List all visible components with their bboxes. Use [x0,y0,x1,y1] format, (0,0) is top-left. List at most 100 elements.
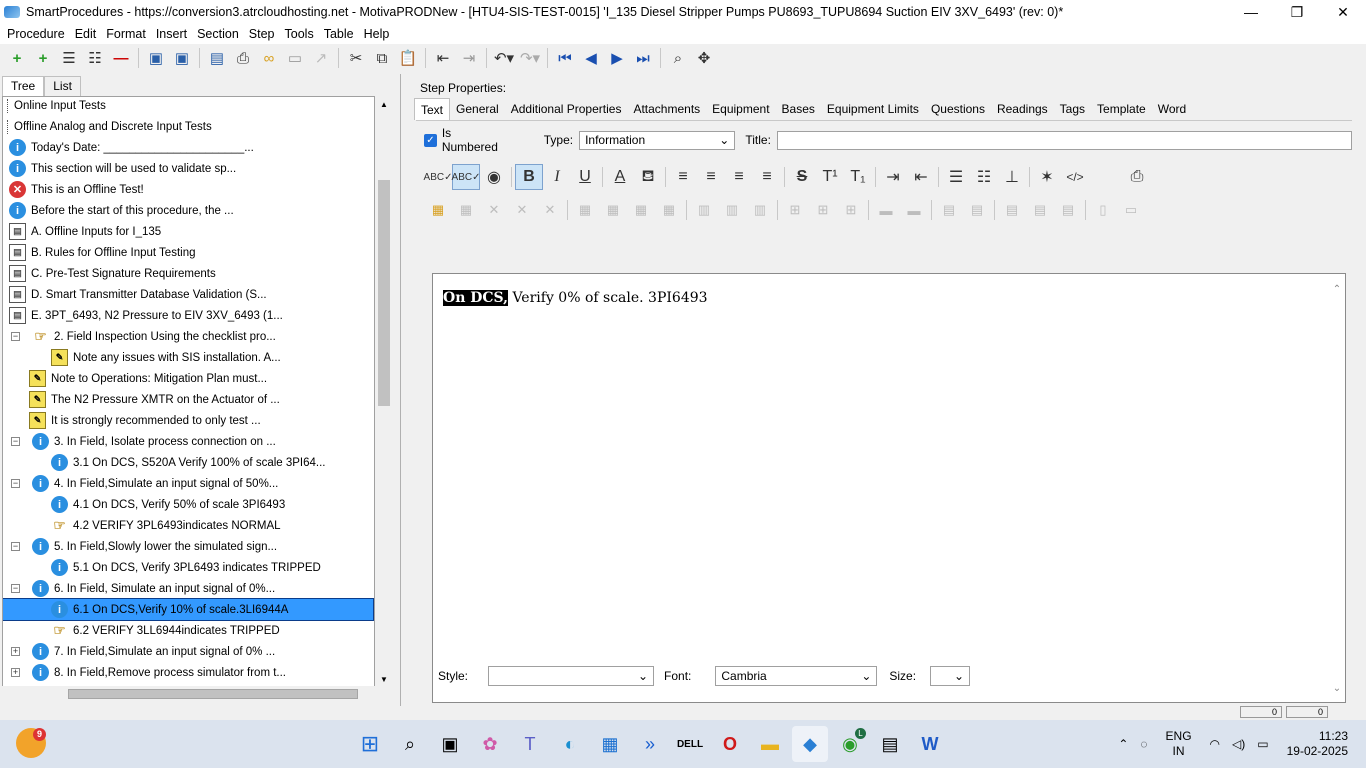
dell-icon[interactable]: DELL [672,726,708,762]
tree-node[interactable]: − i 3. In Field, Isolate process connectio… [11,431,374,452]
tree-node[interactable]: − i 4. In Field,Simulate an input signal o… [11,473,374,494]
numbered-list-icon[interactable]: ☷ [970,164,998,190]
type-select[interactable]: Information ⌄ [579,130,736,150]
menu-step[interactable]: Step [244,27,280,41]
outdent-icon[interactable]: ⇤ [430,46,456,70]
editor-scrollbar[interactable]: ⌃ ⌄ [1329,274,1345,702]
tab-tree[interactable]: Tree [2,76,45,96]
align-left-icon[interactable]: ≡ [669,164,697,190]
word-icon[interactable]: W [912,726,948,762]
superscript-icon[interactable]: T¹ [816,164,844,190]
tree-node[interactable]: ☞ 4.2 VERIFY 3PL6493indicates NORMAL [51,515,374,536]
tree-node[interactable]: + i 7. In Field,Simulate an input signal o… [11,641,374,662]
tab-equipment-limits[interactable]: Equipment Limits [821,98,925,120]
clock[interactable]: 11:23 19-02-2025 [1281,729,1354,759]
tree-node[interactable]: ✎ Note to Operations: Mitigation Plan mus… [29,368,374,389]
collapse-icon[interactable]: − [11,584,20,593]
edge-icon[interactable]: ◐ [552,726,588,762]
copy-icon[interactable]: ⧉ [369,46,395,70]
horizontal-rule-icon[interactable]: ⊥ [998,164,1026,190]
tree-node[interactable]: ▤ D. Smart Transmitter Database Validatio… [9,284,374,305]
tree-node[interactable]: ▤ C. Pre-Test Signature Requirements [9,263,374,284]
tree-node[interactable]: ✎ The N2 Pressure XMTR on the Actuator of… [29,389,374,410]
menu-help[interactable]: Help [359,27,395,41]
scroll-up-icon[interactable]: ⌃ [1329,274,1345,295]
list-icon[interactable]: ☰ [56,46,82,70]
file-explorer-icon[interactable]: ▬ [752,726,788,762]
weather-icon[interactable]: 9 [16,728,46,758]
scroll-down-icon[interactable]: ⌄ [1329,683,1345,694]
tree-horizontal-scrollbar[interactable] [2,686,375,702]
underline-icon[interactable]: U [571,164,599,190]
tree-node[interactable]: i 4.1 On DCS, Verify 50% of scale 3PI6493 [51,494,374,515]
tree-node[interactable]: i Before the start of this procedure, the… [9,200,374,221]
tab-general[interactable]: General [450,98,505,120]
is-numbered-checkbox[interactable]: ✓ [424,133,437,147]
tree-node[interactable]: i 6.1 On DCS,Verify 10% of scale.3LI6944A [3,598,374,621]
tree-node[interactable]: ✎ It is strongly recommended to only test… [29,410,374,431]
smartprocedures-taskbar-icon[interactable]: ◆ [792,726,828,762]
tab-word[interactable]: Word [1152,98,1192,120]
link-icon[interactable]: ∞ [256,46,282,70]
size-select[interactable]: ⌄ [930,666,971,686]
opera-icon[interactable]: O [712,726,748,762]
tree-node[interactable]: i 3.1 On DCS, S520A Verify 100% of scale … [51,452,374,473]
title-input[interactable] [776,130,1353,150]
find-icon[interactable]: ⌕ [665,46,691,70]
task-view-icon[interactable]: ▣ [432,726,468,762]
print-icon[interactable]: ⎙ [230,46,256,70]
tab-additional-properties[interactable]: Additional Properties [505,98,628,120]
tree-node[interactable]: i This section will be used to validate s… [9,158,374,179]
maximize-button[interactable]: ❐ [1274,0,1320,24]
save-icon[interactable]: ▣ [169,46,195,70]
strikethrough-icon[interactable]: S [788,164,816,190]
align-right-icon[interactable]: ≡ [725,164,753,190]
italic-icon[interactable]: I [543,164,571,190]
tree-node[interactable]: i 5.1 On DCS, Verify 3PL6493 indicates TR… [51,557,374,578]
tree-node[interactable]: ✕ This is an Offline Test! [9,179,374,200]
collapse-icon[interactable]: − [11,437,20,446]
tree-node[interactable]: ▤ A. Offline Inputs for I_135 [9,221,374,242]
cut-icon[interactable]: ✂ [343,46,369,70]
indent-icon[interactable]: ⇥ [456,46,482,70]
align-center-icon[interactable]: ≡ [697,164,725,190]
save-all-icon[interactable]: ▣ [143,46,169,70]
tab-readings[interactable]: Readings [991,98,1054,120]
tab-questions[interactable]: Questions [925,98,991,120]
search-icon[interactable]: ⌕ [392,726,428,762]
tree-node[interactable]: − i 6. In Field, Simulate an input signal … [11,578,374,599]
insert-table-icon[interactable]: ▦ [424,197,452,223]
html-source-icon[interactable]: </> [1061,164,1089,190]
tree-node[interactable]: Offline Analog and Discrete Input Tests [7,116,374,137]
subscript-icon[interactable]: T₁ [844,164,872,190]
move-icon[interactable]: ✥ [691,46,717,70]
power-automate-icon[interactable]: » [632,726,668,762]
collapse-icon[interactable]: − [11,479,20,488]
tree-node[interactable]: ▤ E. 3PT_6493, N2 Pressure to EIV 3XV_649… [9,305,374,326]
scroll-down-icon[interactable]: ▼ [376,675,392,684]
spellcheck-icon[interactable]: ABC✓ [424,164,453,190]
tab-template[interactable]: Template [1091,98,1152,120]
store-icon[interactable]: ▦ [592,726,628,762]
tab-list[interactable]: List [44,76,81,96]
language-indicator[interactable]: ENG IN [1160,729,1198,759]
next-icon[interactable]: ▶ [604,46,630,70]
close-button[interactable]: ✕ [1320,0,1366,24]
outdent-icon[interactable]: ⇤ [907,164,935,190]
tree-vertical-scrollbar[interactable]: ▲ ▼ [376,96,392,688]
teams-icon[interactable]: T [512,726,548,762]
scrollbar-thumb[interactable] [68,689,358,699]
menu-table[interactable]: Table [319,27,359,41]
chrome-icon[interactable]: ◉ L [832,726,868,762]
tab-equipment[interactable]: Equipment [706,98,775,120]
magic-wand-icon[interactable]: ✶ [1033,164,1061,190]
style-select[interactable]: ⌄ [488,666,655,686]
copilot-icon[interactable]: ✿ [472,726,508,762]
tab-bases[interactable]: Bases [776,98,821,120]
bullet-list-icon[interactable]: ☰ [942,164,970,190]
add-icon[interactable]: + [4,46,30,70]
scrollbar-thumb[interactable] [378,180,390,406]
minimize-button[interactable]: — [1228,0,1274,24]
highlight-icon[interactable]: ⛾ [634,164,662,190]
last-icon[interactable]: ⏭ [630,46,656,70]
